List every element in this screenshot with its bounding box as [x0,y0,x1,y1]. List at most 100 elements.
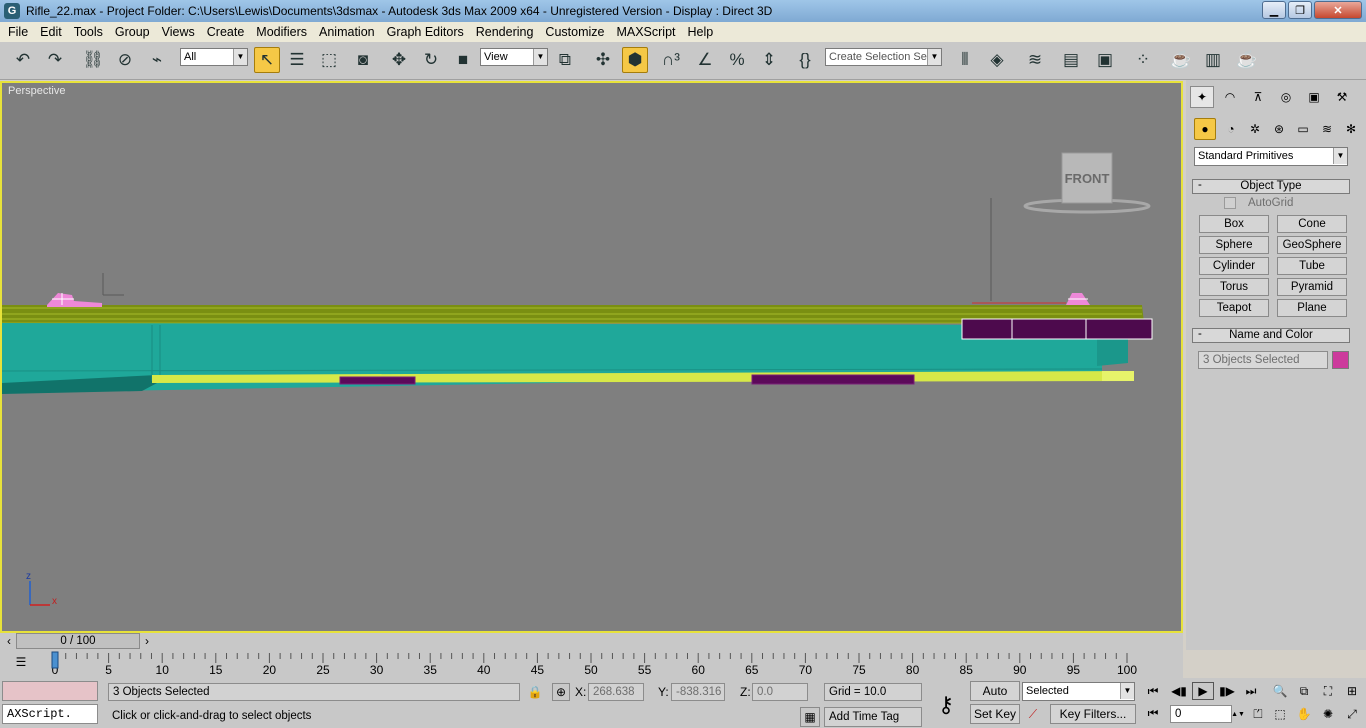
redo-icon[interactable]: ↷ [42,47,68,73]
viewcube[interactable]: FRONT [1023,152,1151,214]
rectangular-selection-icon[interactable]: ⬚ [316,47,342,73]
render-setup-icon[interactable]: ☕ [1168,47,1194,73]
move-icon[interactable]: ✥ [386,47,412,73]
default-tangent-icon[interactable]: ⟋ [1022,704,1044,724]
menu-views[interactable]: Views [156,25,201,39]
selection-filter-dropdown[interactable]: All ▼ [180,48,248,66]
key-icon[interactable]: ⚷ [926,686,966,724]
schematic-view-icon[interactable]: ▣ [1092,47,1118,73]
go-to-end-icon[interactable]: ⏭ [1240,682,1262,700]
display-tab-icon[interactable]: ▣ [1302,86,1326,108]
next-frame-icon[interactable]: ▮▶ [1216,682,1238,700]
tube-button[interactable]: Tube [1277,257,1347,275]
select-object-icon[interactable]: ↖ [254,47,280,73]
time-tag-icon[interactable]: ▦ [800,707,820,727]
autogrid-checkbox[interactable] [1224,197,1236,209]
shapes-icon[interactable]: ◔ [1220,118,1242,140]
menu-edit[interactable]: Edit [34,25,68,39]
maximize-viewport-icon[interactable]: ⤢ [1342,705,1362,723]
absolute-mode-icon[interactable]: ⊕ [552,683,570,701]
select-by-name-icon[interactable]: ☰ [284,47,310,73]
menu-group[interactable]: Group [109,25,156,39]
maxscript-listener-mini[interactable] [2,681,98,701]
sphere-button[interactable]: Sphere [1199,236,1269,254]
auto-key-button[interactable]: Auto Key [970,681,1020,716]
maxscript-input[interactable]: AXScript. [2,704,98,724]
maximize-button[interactable]: ❐ [1288,1,1312,19]
field-of-view-icon[interactable]: ⬚ [1270,705,1290,723]
key-mode-dropdown[interactable]: Selected ▼ [1022,682,1135,701]
menu-customize[interactable]: Customize [539,25,610,39]
menu-create[interactable]: Create [201,25,251,39]
y-coordinate-field[interactable]: -838.316 [671,683,725,701]
select-and-link-icon[interactable]: ⛓ [80,47,106,73]
chevron-right-icon[interactable]: › [140,634,154,648]
edit-named-selection-icon[interactable]: {} [792,47,818,73]
percent-snap-icon[interactable]: % [724,47,750,73]
systems-icon[interactable]: ✻ [1340,118,1362,140]
unlink-icon[interactable]: ⊘ [112,47,138,73]
selected-part-3[interactable] [961,318,1153,340]
menu-help[interactable]: Help [682,25,720,39]
spinner-snap-icon[interactable]: ⇕ [756,47,782,73]
plane-button[interactable]: Plane [1277,299,1347,317]
time-configuration-icon[interactable]: ⏍ [1246,704,1270,724]
named-selection-sets-dropdown[interactable]: Create Selection Set ▼ [825,48,942,66]
bind-space-warp-icon[interactable]: ⌁ [144,47,170,73]
pivot-center-icon[interactable]: ⧉ [552,47,578,73]
motion-tab-icon[interactable]: ◎ [1274,86,1298,108]
go-to-start-icon[interactable]: ⏮ [1142,682,1164,700]
geosphere-button[interactable]: GeoSphere [1277,236,1347,254]
rotate-icon[interactable]: ↻ [418,47,444,73]
utilities-tab-icon[interactable]: ⚒ [1330,86,1354,108]
key-filters-button[interactable]: Key Filters... [1050,704,1136,724]
reference-coordinate-dropdown[interactable]: View ▼ [480,48,548,66]
frame-spinner-icon[interactable]: ▲▼ [1231,705,1245,723]
app-icon[interactable]: G [4,3,20,19]
undo-icon[interactable]: ↶ [10,47,36,73]
space-warps-icon[interactable]: ≋ [1316,118,1338,140]
rendered-frame-window-icon[interactable]: ▥ [1200,47,1226,73]
cameras-icon[interactable]: ⊛ [1268,118,1290,140]
menu-maxscript[interactable]: MAXScript [610,25,681,39]
menu-file[interactable]: File [2,25,34,39]
rear-sight-object[interactable] [1066,293,1090,305]
menu-rendering[interactable]: Rendering [470,25,540,39]
time-slider[interactable]: 0 / 100 [16,633,140,649]
chevron-left-icon[interactable]: ‹ [2,634,16,648]
current-frame-field[interactable]: 0 [1170,705,1232,723]
box-button[interactable]: Box [1199,215,1269,233]
key-mode-toggle-icon[interactable]: ⏮ [1142,704,1164,722]
zoom-extents-all-icon[interactable]: ⊞ [1342,682,1362,700]
lights-icon[interactable]: ✲ [1244,118,1266,140]
material-editor-icon[interactable]: ⁘ [1130,47,1156,73]
category-dropdown[interactable]: Standard Primitives ▼ [1194,147,1348,166]
scale-icon[interactable]: ■ [450,47,476,73]
x-coordinate-field[interactable]: 268.638 [588,683,644,701]
name-and-color-rollout[interactable]: - Name and Color [1192,328,1350,343]
curve-editor-icon[interactable]: ▤ [1058,47,1084,73]
object-type-rollout[interactable]: - Object Type [1192,179,1350,194]
time-slider-track[interactable] [156,633,1183,649]
add-time-tag-button[interactable]: Add Time Tag [824,707,922,727]
modify-tab-icon[interactable]: ◠ [1218,86,1242,108]
zoom-extents-icon[interactable]: ⛶ [1318,682,1338,700]
selected-part-1[interactable] [339,376,416,385]
close-button[interactable]: ✕ [1314,1,1362,19]
selected-part-2[interactable] [751,374,915,385]
helpers-icon[interactable]: ▭ [1292,118,1314,140]
object-color-swatch[interactable] [1332,351,1349,369]
cone-button[interactable]: Cone [1277,215,1347,233]
play-icon[interactable]: ▶ [1192,682,1214,700]
front-sight-object[interactable] [47,293,102,307]
object-name-field[interactable]: 3 Objects Selected [1198,351,1328,369]
z-coordinate-field[interactable]: 0.0 [752,683,808,701]
current-frame-marker[interactable] [51,651,59,669]
pan-view-icon[interactable]: ✋ [1294,705,1314,723]
geometry-icon[interactable]: ● [1194,118,1216,140]
keyboard-shortcut-override-icon[interactable]: ⬢ [622,47,648,73]
teapot-button[interactable]: Teapot [1199,299,1269,317]
selection-lock-icon[interactable]: 🔒 [526,683,544,701]
orbit-icon[interactable]: ✺ [1318,705,1338,723]
quick-render-icon[interactable]: ☕ [1234,47,1260,73]
